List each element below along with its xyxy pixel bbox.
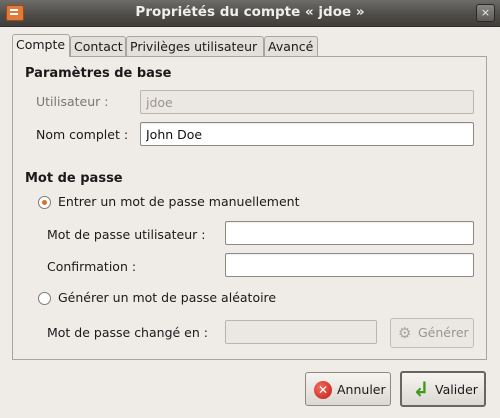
changed-password-field: [225, 320, 377, 344]
fullname-label: Nom complet :: [36, 127, 129, 142]
window-title: Propriétés du compte « jdoe »: [135, 4, 365, 20]
fullname-field[interactable]: [140, 122, 474, 146]
user-password-field[interactable]: [225, 221, 474, 245]
ok-button[interactable]: ↲ Valider: [400, 371, 486, 407]
close-icon: ×: [480, 6, 491, 19]
green-arrow-icon: ↲: [412, 377, 430, 401]
generate-button[interactable]: ⚙ Générer: [390, 318, 474, 348]
cancel-label: Annuler: [337, 382, 386, 397]
confirm-field[interactable]: [225, 253, 474, 277]
random-password-radio[interactable]: [38, 292, 51, 305]
close-button[interactable]: ×: [476, 4, 495, 22]
cancel-icon: ✕: [314, 381, 332, 399]
user-label: Utilisateur :: [36, 94, 109, 109]
tab-contact[interactable]: Contact: [70, 36, 126, 56]
random-password-label[interactable]: Générer un mot de passe aléatoire: [58, 290, 276, 305]
title-bar[interactable]: Propriétés du compte « jdoe » ×: [0, 0, 500, 27]
tab-privileges[interactable]: Privilèges utilisateur: [126, 36, 264, 56]
user-password-label: Mot de passe utilisateur :: [47, 227, 206, 242]
user-field: [140, 90, 474, 114]
password-section-title: Mot de passe: [25, 171, 123, 186]
tab-compte[interactable]: Compte: [12, 34, 70, 57]
gear-icon: ⚙: [398, 324, 412, 342]
changed-password-label: Mot de passe changé en :: [47, 325, 208, 340]
ok-label: Valider: [435, 382, 478, 397]
account-properties-dialog: Propriétés du compte « jdoe » × Compte C…: [0, 0, 500, 418]
manual-password-radio[interactable]: [38, 196, 51, 209]
basic-section-title: Paramètres de base: [25, 66, 172, 81]
generate-label: Générer: [418, 325, 469, 340]
tab-avance[interactable]: Avancé: [264, 36, 318, 56]
cancel-button[interactable]: ✕ Annuler: [305, 372, 391, 406]
confirm-label: Confirmation :: [47, 259, 137, 274]
manual-password-label[interactable]: Entrer un mot de passe manuellement: [58, 194, 300, 209]
